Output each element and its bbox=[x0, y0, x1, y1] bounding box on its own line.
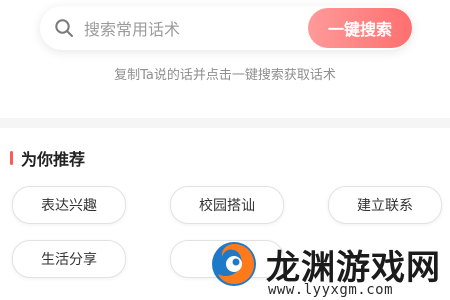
chip-campus-chat[interactable]: 校园搭讪 bbox=[170, 186, 284, 224]
watermark-url: www.lyyxgm.com bbox=[268, 282, 394, 298]
search-icon bbox=[55, 19, 73, 37]
chip-express-interest[interactable]: 表达兴趣 bbox=[12, 186, 126, 224]
search-area: 一键搜索 复制Ta说的话并点击一键搜索获取话术 bbox=[0, 0, 450, 120]
recommend-title: 为你推荐 bbox=[21, 150, 86, 169]
chip-life-sharing[interactable]: 生活分享 bbox=[12, 240, 126, 278]
search-input[interactable] bbox=[82, 14, 296, 44]
site-watermark: 龙渊游戏网 www.lyyxgm.com bbox=[200, 238, 450, 300]
recommend-header: 为你推荐 bbox=[10, 146, 85, 170]
section-divider bbox=[0, 118, 450, 128]
search-bar[interactable]: 一键搜索 bbox=[40, 6, 412, 50]
search-hint: 复制Ta说的话并点击一键搜索获取话术 bbox=[114, 68, 336, 83]
one-click-search-button[interactable]: 一键搜索 bbox=[308, 8, 412, 48]
title-accent-bar bbox=[10, 151, 13, 165]
dragon-logo-icon bbox=[212, 242, 256, 286]
chip-build-connection[interactable]: 建立联系 bbox=[328, 186, 442, 224]
